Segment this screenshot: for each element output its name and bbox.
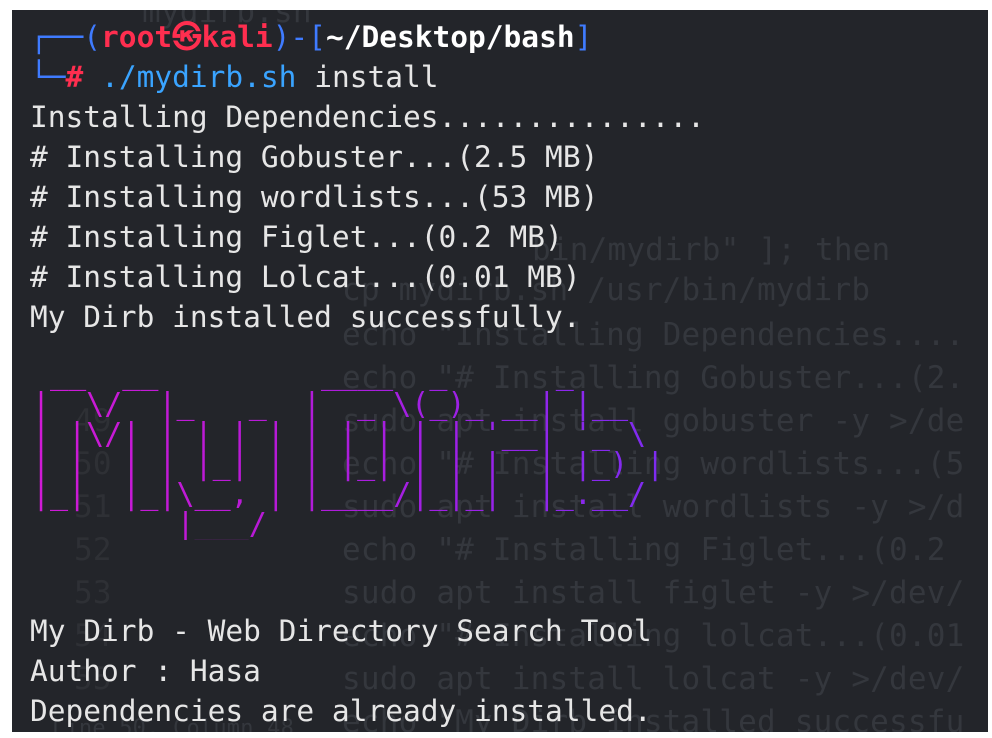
output-line: # Installing Figlet...(0.2 MB)	[30, 220, 563, 254]
prompt-path: ~/Desktop/bash	[325, 20, 575, 54]
prompt-user-host: root㉿kali	[101, 20, 273, 54]
prompt-frame-close: ]	[574, 20, 593, 54]
terminal-window[interactable]: mydirb.sh bin/mydirb" ]; then cp mydirb.…	[12, 10, 988, 732]
output-line: # Installing wordlists...(53 MB)	[30, 180, 599, 214]
output-line: Installing Dependencies...............	[30, 100, 705, 134]
output-line: My Dirb installed successfully.	[30, 300, 581, 334]
output-line: # Installing Lolcat...(0.01 MB)	[30, 260, 581, 294]
mydirb-ascii-banner: __ __ ____ _ _ | \/ |_ _ | _ \(_)_ __| |…	[32, 357, 665, 542]
command-argument: install	[314, 60, 439, 94]
author-line: Author : Hasa	[30, 654, 261, 688]
prompt-frame-mid: )-[	[272, 20, 326, 54]
command-name: ./mydirb.sh	[101, 60, 297, 94]
tool-description: My Dirb - Web Directory Search Tool	[30, 614, 652, 648]
prompt-frame-open: ┌──(	[30, 20, 102, 54]
prompt-corner: └─	[30, 60, 66, 94]
prompt-hash: #	[65, 60, 84, 94]
status-message: Dependencies are already installed.	[30, 694, 652, 728]
output-line: # Installing Gobuster...(2.5 MB)	[30, 140, 599, 174]
terminal-output[interactable]: ┌──(root㉿kali)-[~/Desktop/bash] └─# ./my…	[12, 10, 988, 732]
prompt-header: ┌──(root㉿kali)-[~/Desktop/bash]	[30, 18, 592, 56]
command-line: └─# ./mydirb.sh install	[30, 58, 439, 96]
